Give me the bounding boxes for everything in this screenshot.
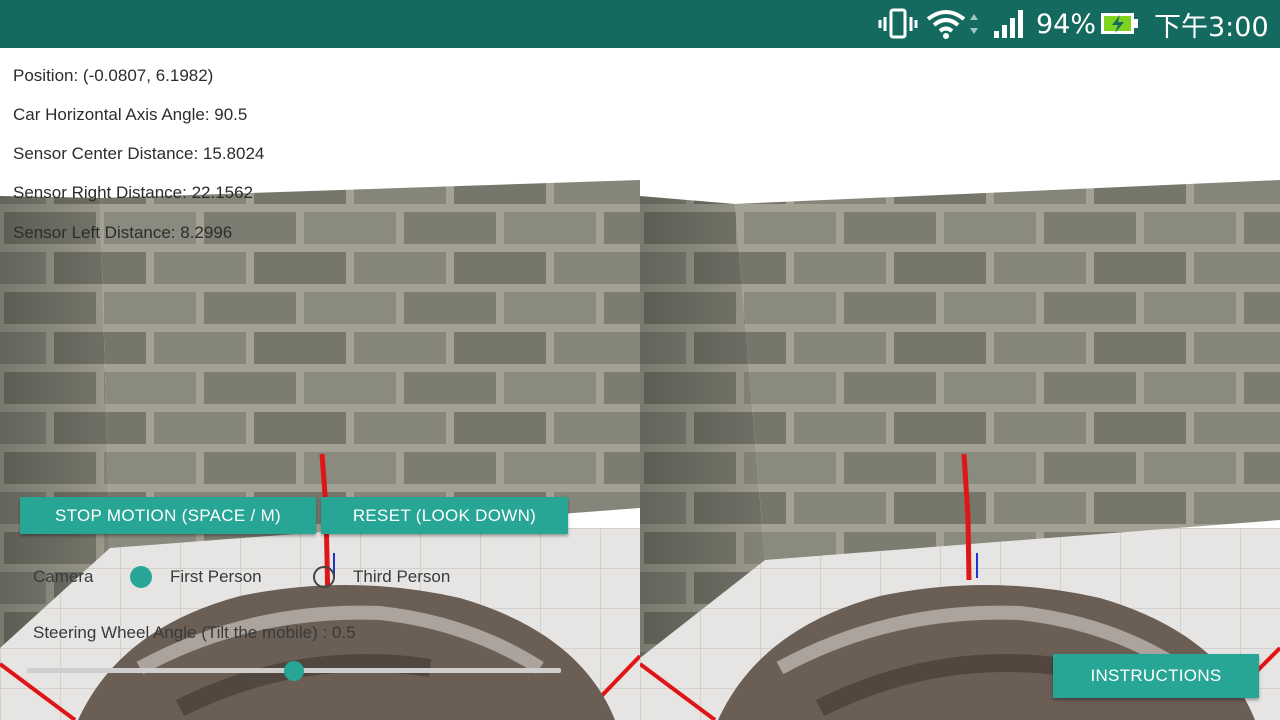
steering-slider-thumb[interactable]: [284, 660, 304, 681]
first-person-radio[interactable]: [130, 566, 152, 588]
car-axis-angle-readout: Car Horizontal Axis Angle: 90.5: [13, 105, 248, 124]
clock: 下午3:00: [1154, 11, 1269, 43]
position-readout: Position: (-0.0807, 6.1982): [13, 66, 214, 85]
sensor-right-readout: Sensor Right Distance: 22.1562: [13, 183, 254, 202]
instructions-button[interactable]: INSTRUCTIONS: [1053, 654, 1259, 698]
first-person-label[interactable]: First Person: [170, 567, 262, 587]
status-bar: 94% 下午3:00: [0, 0, 1280, 48]
vibrate-icon: [878, 0, 918, 48]
sensor-left-readout: Sensor Left Distance: 8.2996: [13, 223, 233, 242]
battery-percent: 94%: [1036, 8, 1097, 40]
sensor-center-readout: Sensor Center Distance: 15.8024: [13, 144, 265, 163]
battery-charging-icon: [1100, 0, 1140, 48]
signal-icon: [992, 0, 1028, 48]
third-person-radio[interactable]: [313, 566, 335, 588]
wifi-icon: [926, 0, 982, 48]
steering-slider[interactable]: [27, 660, 561, 681]
right-eye-view: [640, 48, 1280, 720]
steering-angle-label: Steering Wheel Angle (Tilt the mobile) :…: [33, 623, 356, 642]
stop-motion-button[interactable]: STOP MOTION (SPACE / M): [20, 497, 316, 534]
third-person-label[interactable]: Third Person: [353, 567, 450, 587]
camera-label: Camera: [33, 567, 94, 586]
reset-button[interactable]: RESET (LOOK DOWN): [321, 497, 568, 534]
